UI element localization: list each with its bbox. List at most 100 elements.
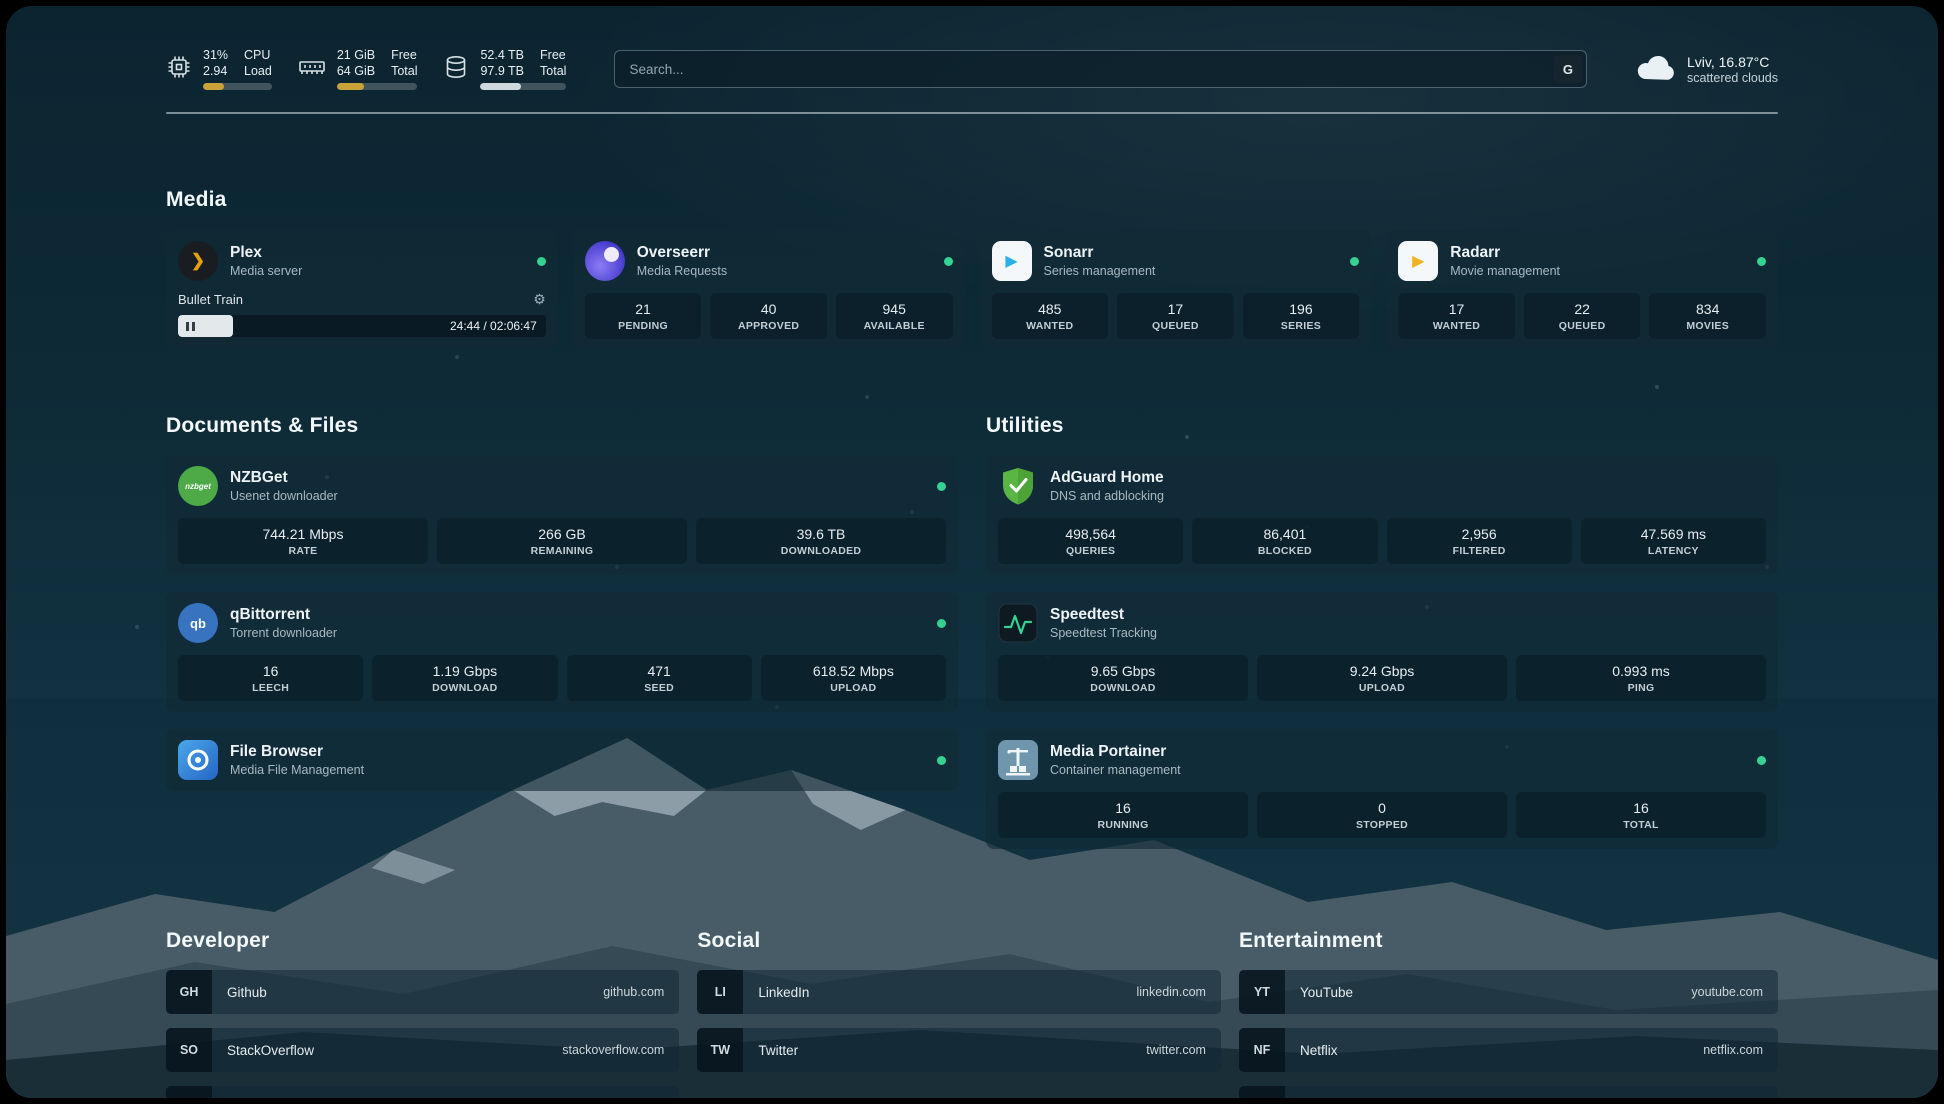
disk-progress-track <box>480 83 566 90</box>
service-name: Overseerr <box>637 244 727 262</box>
stat-available: 945AVAILABLE <box>836 293 953 339</box>
status-dot <box>1757 756 1766 765</box>
bookmark-reddit[interactable]: RE Reddit reddit.com <box>1239 1086 1778 1098</box>
memory-progress-track <box>337 83 418 90</box>
stat-running: 16RUNNING <box>998 792 1248 838</box>
service-card-overseerr[interactable]: Overseerr Media Requests 21PENDING 40APP… <box>573 230 965 350</box>
service-name: Sonarr <box>1044 244 1156 262</box>
service-card-filebrowser[interactable]: File Browser Media File Management <box>166 729 958 791</box>
service-name: Media Portainer <box>1050 743 1181 761</box>
plex-progress-bar[interactable]: 24:44 / 02:06:47 <box>178 315 546 337</box>
service-description: Container management <box>1050 763 1181 777</box>
gear-icon[interactable]: ⚙ <box>533 291 546 308</box>
bookmark-abbr: LI <box>697 970 743 1014</box>
top-bar: 31% CPU 2.94 Load <box>166 48 1778 90</box>
stat-wanted: 485WANTED <box>992 293 1109 339</box>
speedtest-icon <box>998 603 1038 643</box>
stat-approved: 40APPROVED <box>710 293 827 339</box>
stat-latency: 47.569 msLATENCY <box>1581 518 1766 564</box>
disk-progress-fill <box>480 83 520 90</box>
section-title-entertainment: Entertainment <box>1239 929 1778 953</box>
disk-total: 97.9 TB <box>480 64 524 78</box>
filebrowser-icon <box>178 740 218 780</box>
bookmark-name: Github <box>227 985 267 1000</box>
service-description: Usenet downloader <box>230 489 338 503</box>
memory-progress-fill <box>337 83 364 90</box>
bookmark-abbr: TW <box>697 1028 743 1072</box>
bookmark-abbr: NF <box>1239 1028 1285 1072</box>
status-dot <box>937 619 946 628</box>
section-documents: Documents & Files nzbget NZBGet Usenet d… <box>166 414 958 791</box>
stat-downloaded: 39.6 TBDOWNLOADED <box>696 518 946 564</box>
bookmark-abbr: SO <box>166 1028 212 1072</box>
bookmark-url: twitter.com <box>1146 1043 1206 1057</box>
stat-total: 16TOTAL <box>1516 792 1766 838</box>
stat-seed: 471SEED <box>567 655 752 701</box>
cpu-percent: 31% <box>203 48 228 62</box>
section-media: Media ❯ Plex Media server Bullet Train <box>166 188 1778 350</box>
memory-total: 64 GiB <box>337 64 375 78</box>
service-description: Media File Management <box>230 763 364 777</box>
status-dot <box>1350 257 1359 266</box>
header-divider <box>166 112 1778 114</box>
service-card-radarr[interactable]: ▶ Radarr Movie management 17WANTED 22QUE… <box>1386 230 1778 350</box>
cpu-progress-fill <box>203 83 224 90</box>
bookmark-abbr: RE <box>1239 1086 1285 1098</box>
stat-remaining: 266 GBREMAINING <box>437 518 687 564</box>
bookmark-group-social: Social LI LinkedIn linkedin.com TW Twitt… <box>697 929 1221 1072</box>
bookmark-stackoverflow[interactable]: SO StackOverflow stackoverflow.com <box>166 1028 679 1072</box>
bookmark-abbr: DT <box>166 1086 212 1098</box>
bookmark-group-developer: Developer GH Github github.com SO StackO… <box>166 929 679 1098</box>
section-title-documents: Documents & Files <box>166 414 958 438</box>
service-description: Torrent downloader <box>230 626 337 640</box>
service-name: NZBGet <box>230 469 338 487</box>
overseerr-icon <box>585 241 625 281</box>
plex-icon: ❯ <box>178 241 218 281</box>
bookmark-github[interactable]: GH Github github.com <box>166 970 679 1014</box>
cpu-icon <box>166 48 192 80</box>
bookmark-twitter[interactable]: TW Twitter twitter.com <box>697 1028 1221 1072</box>
section-title-social: Social <box>697 929 1221 953</box>
service-name: Radarr <box>1450 244 1560 262</box>
search-input[interactable] <box>614 50 1587 88</box>
service-card-plex[interactable]: ❯ Plex Media server Bullet Train ⚙ <box>166 230 558 350</box>
bookmark-dev[interactable]: DT DEV dev.to <box>166 1086 679 1098</box>
bookmark-url: stackoverflow.com <box>562 1043 664 1057</box>
stat-upload: 618.52 MbpsUPLOAD <box>761 655 946 701</box>
service-card-nzbget[interactable]: nzbget NZBGet Usenet downloader 744.21 M… <box>166 455 958 575</box>
service-description: Media server <box>230 264 302 278</box>
stat-filtered: 2,956FILTERED <box>1387 518 1572 564</box>
bookmark-youtube[interactable]: YT YouTube youtube.com <box>1239 970 1778 1014</box>
pause-icon[interactable] <box>186 322 189 331</box>
disk-icon <box>443 48 469 80</box>
stat-movies: 834MOVIES <box>1649 293 1766 339</box>
service-card-qbittorrent[interactable]: qb qBittorrent Torrent downloader 16LEEC… <box>166 592 958 712</box>
memory-free: 21 GiB <box>337 48 375 62</box>
bookmark-netflix[interactable]: NF Netflix netflix.com <box>1239 1028 1778 1072</box>
cpu-load: 2.94 <box>203 64 228 78</box>
cloud-icon <box>1635 51 1675 88</box>
service-description: Movie management <box>1450 264 1560 278</box>
bookmark-name: YouTube <box>1300 985 1353 1000</box>
stat-stopped: 0STOPPED <box>1257 792 1507 838</box>
service-card-sonarr[interactable]: ▶ Sonarr Series management 485WANTED 17Q… <box>980 230 1372 350</box>
stat-download: 9.65 GbpsDOWNLOAD <box>998 655 1248 701</box>
stat-queries: 498,564QUERIES <box>998 518 1183 564</box>
stat-upload: 9.24 GbpsUPLOAD <box>1257 655 1507 701</box>
plex-now-playing: Bullet Train ⚙ 24:44 / 02:06:47 <box>178 291 546 337</box>
service-card-adguard[interactable]: AdGuard Home DNS and adblocking 498,564Q… <box>986 455 1778 575</box>
disk-free: 52.4 TB <box>480 48 524 62</box>
section-title-developer: Developer <box>166 929 679 953</box>
memory-label-top: Free <box>391 48 417 62</box>
bookmark-linkedin[interactable]: LI LinkedIn linkedin.com <box>697 970 1221 1014</box>
snow-specks <box>6 6 8 8</box>
service-name: Plex <box>230 244 302 262</box>
bookmark-url: linkedin.com <box>1136 985 1205 999</box>
service-card-portainer[interactable]: Media Portainer Container management 16R… <box>986 729 1778 849</box>
service-card-speedtest[interactable]: Speedtest Speedtest Tracking 9.65 GbpsDO… <box>986 592 1778 712</box>
service-description: Series management <box>1044 264 1156 278</box>
section-title-media: Media <box>166 188 1778 212</box>
portainer-icon <box>998 740 1038 780</box>
bookmark-abbr: YT <box>1239 970 1285 1014</box>
search-provider-button[interactable]: G <box>1554 55 1582 83</box>
